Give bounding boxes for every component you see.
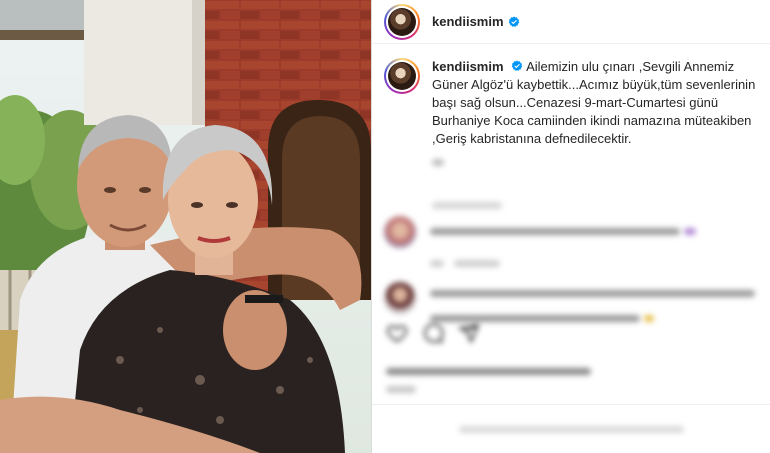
blurred-text bbox=[430, 315, 640, 322]
comment-item bbox=[372, 216, 770, 272]
comment-item bbox=[372, 282, 770, 327]
caption-body: kendiismim Ailemizin ulu çınarı ,Sevgili… bbox=[432, 58, 757, 166]
add-comment-bar[interactable] bbox=[372, 405, 770, 453]
share-icon[interactable] bbox=[458, 322, 480, 344]
blurred-text bbox=[430, 260, 444, 267]
post-side-panel: kendiismim kendiismim Ailemizin ulu çına… bbox=[371, 0, 770, 453]
blurred-text bbox=[430, 228, 680, 235]
post-caption: kendiismim Ailemizin ulu çınarı ,Sevgili… bbox=[372, 44, 770, 166]
post-photo bbox=[0, 0, 371, 453]
post-actions bbox=[386, 322, 480, 344]
comment-body-blurred bbox=[430, 216, 697, 272]
blurred-text bbox=[432, 159, 444, 166]
avatar-inner bbox=[386, 5, 418, 38]
blurred-meta-line bbox=[432, 196, 502, 214]
post-date-blurred bbox=[386, 380, 416, 398]
blurred-text bbox=[458, 425, 684, 433]
post-header: kendiismim bbox=[372, 0, 770, 44]
author-avatar[interactable] bbox=[384, 3, 420, 40]
comment-avatar[interactable] bbox=[384, 216, 416, 248]
avatar-image bbox=[388, 7, 416, 36]
blurred-emoji bbox=[644, 315, 655, 322]
verified-badge-icon bbox=[511, 60, 523, 72]
avatar-image bbox=[388, 62, 416, 90]
blurred-text bbox=[386, 368, 591, 375]
blurred-text bbox=[430, 290, 755, 297]
post-photo-illustration bbox=[0, 0, 371, 453]
comment-icon[interactable] bbox=[422, 322, 444, 344]
header-username[interactable]: kendiismim bbox=[432, 14, 504, 29]
avatar-inner bbox=[386, 60, 418, 92]
blurred-text bbox=[454, 260, 501, 267]
caption-timestamp-blurred bbox=[432, 154, 757, 166]
caption-avatar[interactable] bbox=[384, 58, 420, 94]
blurred-text bbox=[432, 202, 502, 209]
likes-count-blurred[interactable] bbox=[386, 362, 591, 380]
comment-meta-blurred bbox=[430, 254, 696, 272]
heart-icon[interactable] bbox=[386, 322, 408, 344]
comment-body-blurred bbox=[430, 282, 755, 327]
comment-avatar[interactable] bbox=[384, 282, 416, 314]
blurred-emoji bbox=[684, 228, 697, 235]
verified-badge-icon bbox=[508, 16, 520, 28]
caption-username[interactable]: kendiismim bbox=[432, 59, 504, 74]
blurred-text bbox=[386, 386, 416, 393]
